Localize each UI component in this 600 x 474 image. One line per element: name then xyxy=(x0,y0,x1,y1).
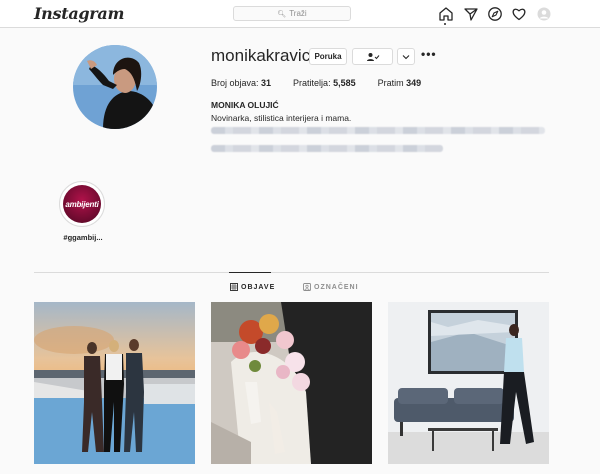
search-placeholder: Traži xyxy=(289,9,307,18)
chevron-down-icon xyxy=(402,54,410,59)
active-indicator xyxy=(444,23,446,25)
redacted-bio-line xyxy=(211,127,545,134)
post-thumbnail-1[interactable] xyxy=(34,302,195,464)
message-button[interactable]: Poruka xyxy=(309,48,347,65)
interior-sofa-photo xyxy=(388,302,549,464)
redacted-link-line xyxy=(211,145,443,152)
following-button[interactable] xyxy=(352,48,393,65)
following-count[interactable]: Pratim 349 xyxy=(378,78,422,88)
more-options-icon[interactable]: ••• xyxy=(421,47,437,61)
profile-bio: Novinarka, stilistica interijera i mama. xyxy=(211,113,352,123)
profile-avatar[interactable] xyxy=(536,6,552,22)
instagram-logo[interactable]: Instagram xyxy=(34,4,124,23)
posts-count: Broj objava: 31 xyxy=(211,78,272,88)
search-input[interactable]: 🔍︎ Traži xyxy=(233,6,351,21)
tag-icon xyxy=(303,283,311,291)
profile-username: monikakravic xyxy=(211,46,311,65)
person-check-icon xyxy=(366,52,379,61)
direct-icon[interactable] xyxy=(463,6,479,22)
active-tab-indicator xyxy=(229,272,271,273)
post-thumbnail-3[interactable] xyxy=(388,302,549,464)
profile-full-name: MONIKA OLUJIĆ xyxy=(211,100,279,110)
search-icon: 🔍︎ xyxy=(277,10,287,18)
profile-stats: Broj objava: 31 Pratitelja: 5,585 Pratim… xyxy=(211,78,443,88)
highlight-label: #ggambij... xyxy=(63,233,103,242)
grid-icon xyxy=(230,283,238,291)
tabs-divider xyxy=(34,272,549,273)
story-highlight[interactable]: ambijenti xyxy=(59,181,105,227)
suggested-accounts-button[interactable] xyxy=(397,48,415,65)
tab-posts[interactable]: OBJAVE xyxy=(230,283,275,291)
activity-icon[interactable] xyxy=(511,6,527,22)
followers-count[interactable]: Pratitelja: 5,585 xyxy=(293,78,356,88)
bridal-bouquet-photo xyxy=(211,302,372,464)
sunset-group-photo xyxy=(34,302,195,464)
post-thumbnail-2[interactable] xyxy=(211,302,372,464)
profile-picture[interactable] xyxy=(73,45,157,129)
top-nav: Instagram 🔍︎ Traži xyxy=(0,0,600,28)
tab-tagged[interactable]: OZNAČENI xyxy=(303,283,359,291)
highlight-cover-text: ambijenti xyxy=(65,199,99,209)
explore-icon[interactable] xyxy=(487,6,503,22)
highlight-cover: ambijenti xyxy=(63,185,101,223)
home-icon[interactable] xyxy=(438,6,454,22)
